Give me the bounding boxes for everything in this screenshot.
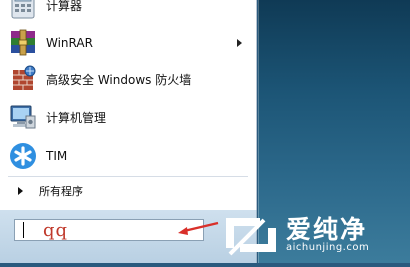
menu-item-computer-management[interactable]: 计算机管理 <box>8 100 252 134</box>
menu-separator <box>8 176 248 177</box>
watermark-logo: 爱纯净 aichunjing.com <box>220 208 410 263</box>
submenu-arrow-icon <box>237 39 242 47</box>
menu-item-label: TIM <box>46 149 68 163</box>
menu-item-tim[interactable]: TIM <box>8 139 252 173</box>
annotation-arrow-icon <box>178 221 219 235</box>
all-programs-button[interactable]: 所有程序 <box>8 180 248 202</box>
calculator-icon <box>8 0 38 20</box>
start-menu-program-list: 计算器 WinRAR 高级安全 Windows 防火墙 计算机管理 TIM 所有… <box>0 0 257 210</box>
menu-item-label: 高级安全 Windows 防火墙 <box>46 72 192 87</box>
watermark-brand: 爱纯净 <box>286 215 368 244</box>
menu-item-calculator[interactable]: 计算器 <box>8 0 252 22</box>
watermark-url: aichunjing.com <box>286 242 370 253</box>
menu-item-label: 计算机管理 <box>46 110 107 125</box>
winrar-icon <box>8 28 38 58</box>
menu-item-label: WinRAR <box>46 36 93 50</box>
watermark-logo-icon <box>226 218 276 256</box>
text-caret <box>23 222 24 238</box>
search-input[interactable] <box>15 220 203 240</box>
menu-item-firewall[interactable]: 高级安全 Windows 防火墙 <box>8 62 252 96</box>
firewall-icon <box>8 64 38 94</box>
menu-item-winrar[interactable]: WinRAR <box>8 26 252 60</box>
menu-item-label: 计算器 <box>46 0 83 13</box>
tim-icon <box>8 141 38 171</box>
computer-management-icon <box>8 102 38 132</box>
all-programs-label: 所有程序 <box>39 185 83 198</box>
triangle-right-icon <box>18 187 23 195</box>
